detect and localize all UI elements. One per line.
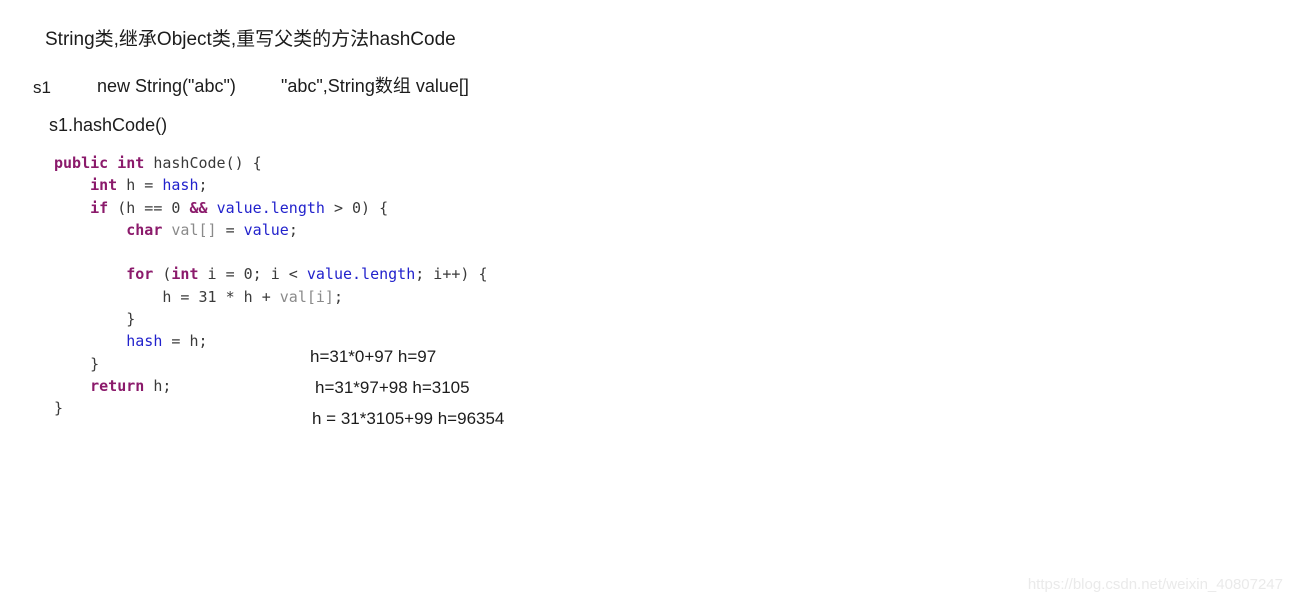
variable-label-s1: s1 (33, 78, 51, 97)
code-line: for (int i = 0; i < value.length; i++) { (54, 263, 488, 285)
code-token: int (171, 265, 199, 284)
code-token: (h == 0 (108, 198, 190, 217)
csdn-blog-watermark: https://blog.csdn.net/weixin_40807247 (1027, 576, 1283, 593)
code-line: int h = hash; (54, 174, 488, 196)
code-token: int (117, 154, 145, 172)
expression-new-string: new String("abc") (97, 76, 236, 96)
code-line: if (h == 0 && value.length > 0) { (54, 197, 488, 219)
value-note-string-array: "abc",String数组 value[] (281, 76, 469, 96)
code-token: val[i] (279, 287, 334, 306)
code-token: ; (198, 176, 208, 195)
annotation-step-3: h = 31*3105+99 h=96354 (312, 409, 505, 428)
code-token: ; i++) { (415, 265, 488, 284)
code-token: if (90, 198, 109, 217)
code-token: value (243, 220, 289, 239)
code-token: } (54, 354, 100, 373)
annotation-step-2: h=31*97+98 h=3105 (315, 378, 470, 397)
page-title: String类,继承Object类,重写父类的方法hashCode (45, 29, 456, 50)
code-token: val[] (171, 220, 217, 239)
code-token: i = 0; i < (198, 265, 307, 284)
annotation-step-1: h=31*0+97 h=97 (310, 347, 437, 366)
code-token: h = (117, 176, 163, 195)
code-token: = (216, 220, 244, 239)
code-token: hash (162, 176, 199, 195)
code-token: public (54, 154, 109, 172)
code-token: value.length (216, 198, 325, 217)
code-token: h; (144, 376, 172, 395)
code-token: ; (333, 287, 343, 306)
code-token: hash (126, 332, 163, 351)
code-token: h = 31 * h + (54, 287, 280, 306)
code-token: ; (288, 220, 298, 239)
code-token: } (54, 310, 136, 329)
code-token: int (90, 176, 118, 195)
code-token: > 0) { (324, 198, 389, 217)
code-token: char (126, 220, 163, 239)
method-call-note: s1.hashCode() (49, 115, 168, 135)
code-token: ( (153, 265, 172, 284)
code-line: char val[] = value; (54, 219, 488, 241)
code-token: return (90, 376, 145, 395)
code-token: = h; (162, 332, 208, 351)
code-line: } (54, 308, 488, 330)
code-token: for (126, 265, 154, 284)
code-line: h = 31 * h + val[i]; (54, 286, 488, 308)
code-line: public int hashCode() { (54, 152, 488, 174)
code-token: hashCode() { (144, 154, 262, 172)
code-token: } (54, 399, 64, 418)
code-token: && (189, 198, 208, 217)
code-token: value.length (306, 265, 416, 284)
